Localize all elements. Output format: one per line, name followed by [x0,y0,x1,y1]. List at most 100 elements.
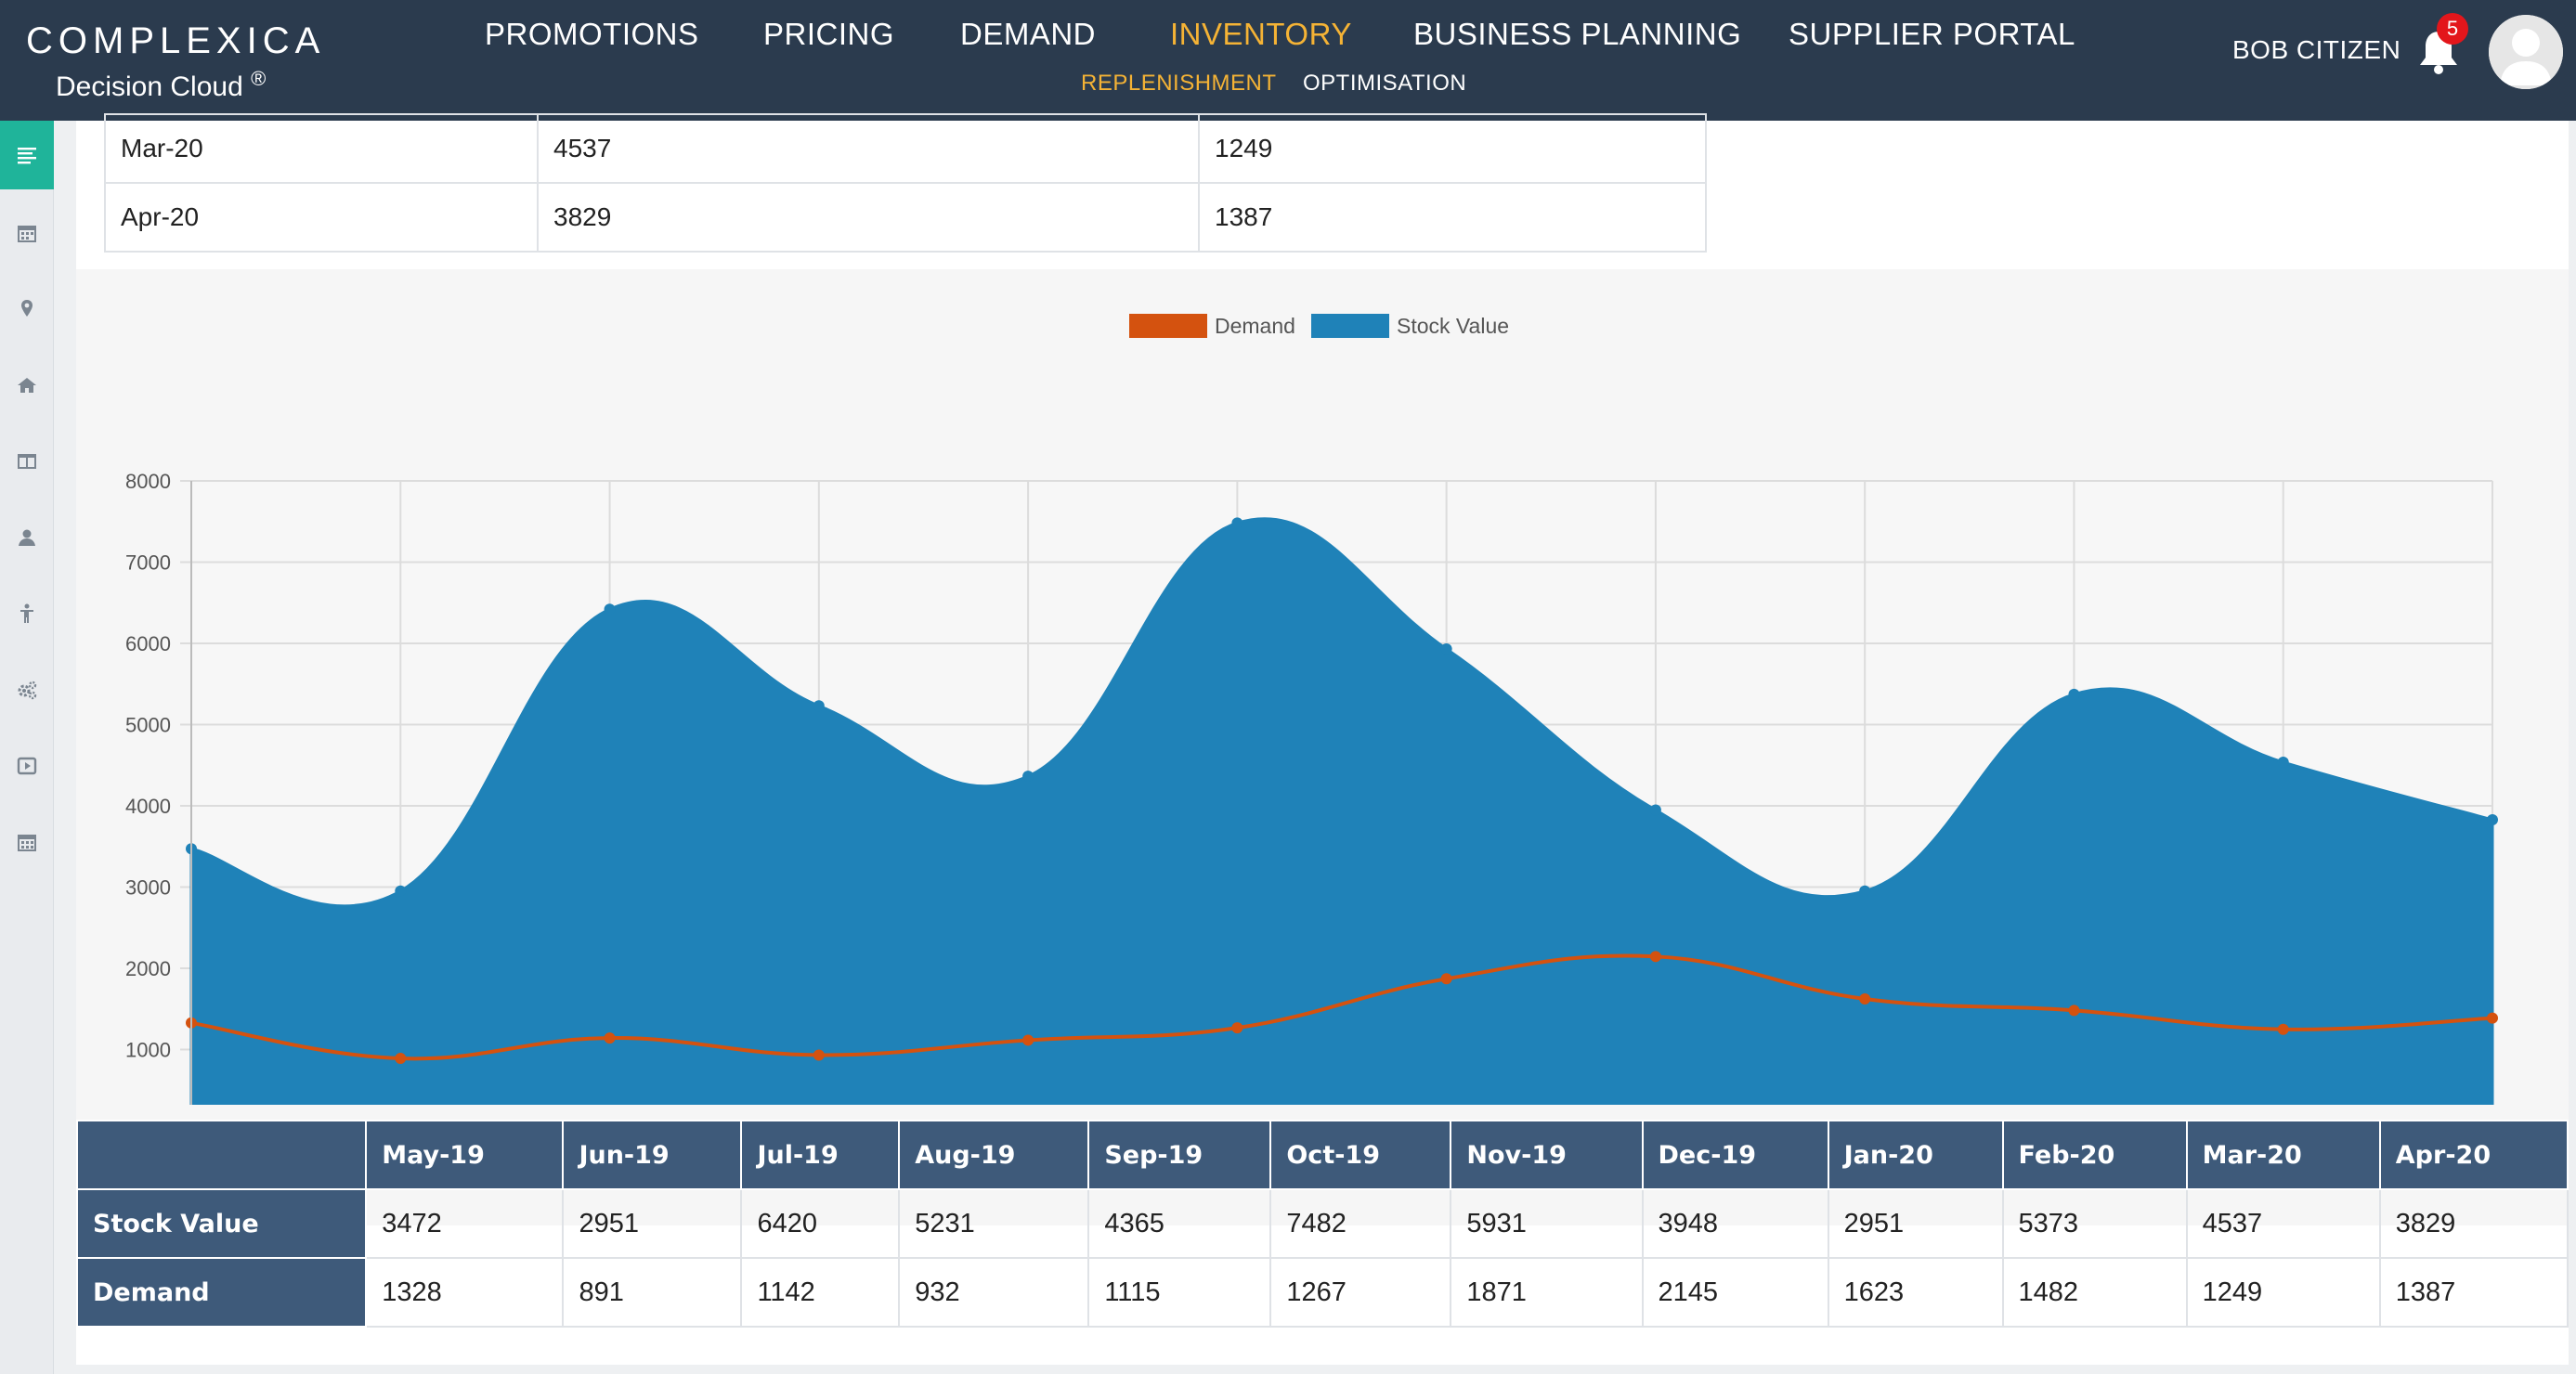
brand-subtitle-text: Decision Cloud [56,71,243,102]
avatar[interactable] [2489,15,2563,89]
summary-cell: 6420 [740,1188,901,1259]
registered-mark: ® [251,67,267,90]
cogs-icon [18,681,37,700]
table-cell: 1249 [1198,113,1707,184]
summary-col-header: Apr-20 [2378,1120,2569,1190]
stock-value-point [604,603,616,616]
table-cell: 3829 [537,182,1200,253]
summary-cell: 1142 [740,1257,901,1328]
brand-subtitle: Decision Cloud ® [56,67,266,103]
nav-promotions[interactable]: PROMOTIONS [485,17,699,52]
summary-cell: 5931 [1450,1188,1644,1259]
calendar-icon [18,226,36,242]
summary-cell: 891 [562,1257,743,1328]
demand-point [2068,1005,2080,1017]
stock-value-point [2487,813,2498,825]
logo[interactable]: COMPLEXICA Decision Cloud ® [26,17,319,110]
stock-value-point [1022,771,1034,783]
play-icon [17,757,37,775]
nav-supplier-portal[interactable]: SUPPLIER PORTAL [1789,17,2075,52]
summary-cell: 2145 [1641,1257,1829,1328]
summary-cell: 1387 [2378,1257,2569,1328]
summary-cell: 4365 [1087,1188,1272,1259]
summary-cell: 1267 [1269,1257,1452,1328]
table-row: Demand 1328 891 1142 932 1115 1267 1871 2145 1623… [75,1257,2569,1328]
sidebar-item-location[interactable] [0,275,54,344]
summary-col-header: May-19 [365,1120,565,1190]
summary-col-header: Nov-19 [1450,1120,1644,1190]
table-cell: 1387 [1198,182,1707,253]
y-tick-label: 4000 [125,795,171,818]
stock-value-point [813,700,825,712]
demand-point [2487,1012,2498,1024]
summary-corner [75,1120,368,1190]
nav-demand[interactable]: DEMAND [960,17,1096,52]
nav-pricing[interactable]: PRICING [763,17,894,52]
table-cell: Mar-20 [104,113,539,184]
summary-cell: 3472 [365,1188,565,1259]
subnav-replenishment[interactable]: REPLENISHMENT [1081,71,1277,97]
sidebar-item-user[interactable] [0,503,54,572]
demand-point [1440,973,1452,985]
summary-cell: 2951 [562,1188,743,1259]
y-tick-label: 1000 [125,1039,171,1062]
table-row: Apr-20 3829 1387 [104,182,1707,253]
legend-swatch-demand [1129,314,1207,338]
person-icon [20,603,33,623]
summary-cell: 1623 [1827,1257,2004,1328]
y-tick-label: 8000 [125,470,171,493]
stock-value-point [1859,885,1871,897]
stock-value-point [1440,643,1452,655]
chart-panel: 010002000300040005000600070008000May-19J… [76,269,2569,1225]
legend-label-demand: Demand [1215,314,1295,338]
summary-cell: 1115 [1087,1257,1272,1328]
summary-cell: 3948 [1641,1188,1829,1259]
stock-value-point [2068,688,2080,700]
stock-value-point [1231,517,1243,529]
summary-cell: 5231 [898,1188,1090,1259]
stock-value-point [2277,757,2289,769]
y-tick-label: 7000 [125,551,171,575]
demand-point [1859,992,1871,1005]
sidebar-item-person[interactable] [0,579,54,648]
summary-row-label: Demand [75,1257,368,1328]
subnav-optimisation[interactable]: OPTIMISATION [1303,71,1466,97]
summary-cell: 4537 [2185,1188,2381,1259]
demand-point [1231,1022,1243,1034]
sidebar-item-home[interactable] [0,351,54,420]
main-content: Mar-20 4537 1249 Apr-20 3829 1387 010002… [75,113,2569,1365]
table-cell: 4537 [537,113,1200,184]
sidebar-item-media[interactable] [0,732,54,800]
summary-cell: 7482 [1269,1188,1452,1259]
y-tick-label: 5000 [125,714,171,737]
summary-cell: 1328 [365,1257,565,1328]
map-pin-icon [21,300,33,317]
user-icon [19,529,35,546]
summary-col-header: Sep-19 [1087,1120,1272,1190]
sidebar-item-calendar[interactable] [0,199,54,267]
stock-demand-chart: 010002000300040005000600070008000May-19J… [125,314,2498,1105]
demand-point [1649,951,1661,963]
brand-name: COMPLEXICA [26,20,326,61]
sidebar-item-schedule[interactable] [0,808,54,876]
summary-cell: 5373 [2001,1188,2188,1259]
summary-col-header: Dec-19 [1641,1120,1829,1190]
nav-business-planning[interactable]: BUSINESS PLANNING [1413,17,1741,52]
sidebar-item-columns[interactable] [0,427,54,496]
legend-label-stock-value: Stock Value [1397,314,1509,338]
sidebar-item-list[interactable] [0,121,54,189]
nav-inventory[interactable]: INVENTORY [1170,17,1352,52]
summary-row-label: Stock Value [75,1188,368,1259]
summary-table: May-19 Jun-19 Jul-19 Aug-19 Sep-19 Oct-19 Nov-… [75,1120,2569,1328]
demand-point [813,1049,825,1061]
summary-col-header: Feb-20 [2001,1120,2188,1190]
calendar-alt-icon [18,835,36,851]
stock-value-point [395,885,407,897]
user-name[interactable]: BOB CITIZEN [2232,35,2400,65]
table-cell: Apr-20 [104,182,539,253]
demand-point [604,1032,616,1044]
sidebar [0,121,54,1374]
sidebar-item-settings[interactable] [0,655,54,724]
summary-col-header: Aug-19 [898,1120,1090,1190]
summary-cell: 2951 [1827,1188,2004,1259]
